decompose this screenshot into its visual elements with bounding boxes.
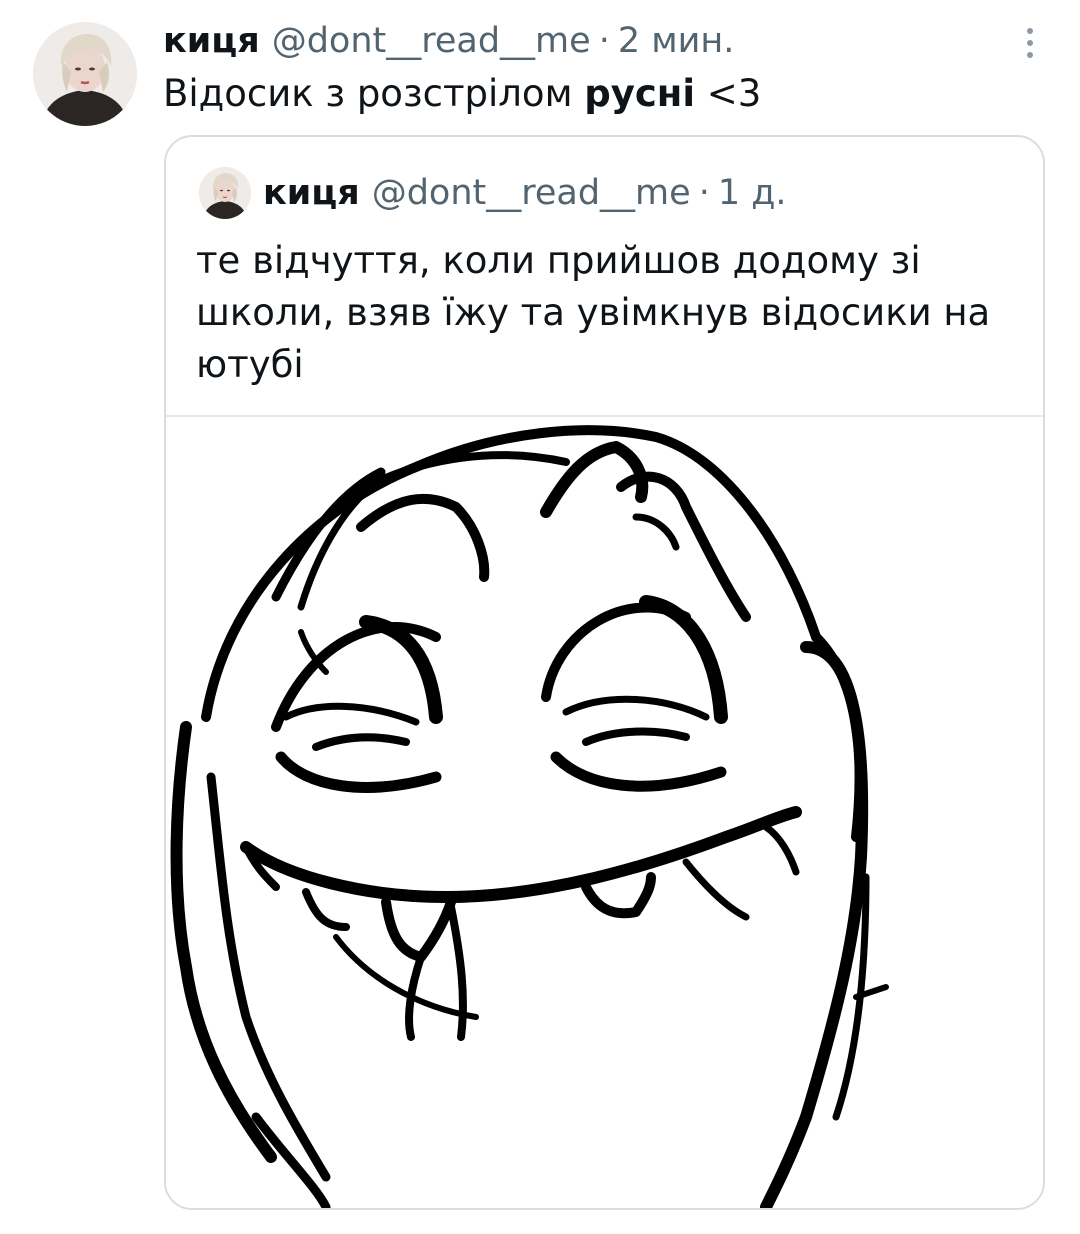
more-options-button[interactable]	[1010, 18, 1050, 68]
avatar-photo	[199, 167, 251, 219]
rage-comic-face-illustration	[170, 425, 889, 1208]
quote-author-avatar[interactable]	[199, 167, 251, 219]
quoted-tweet[interactable]: киця @dont__read__me · 1 д. те відчуття,…	[164, 135, 1045, 1210]
quote-timestamp[interactable]: 1 д.	[718, 171, 787, 215]
tweet-text-part: <3	[695, 72, 762, 115]
separator-dot: ·	[598, 21, 610, 61]
tweet-timestamp[interactable]: 2 мин.	[618, 19, 735, 63]
separator-dot: ·	[698, 173, 710, 213]
quote-author-handle[interactable]: @dont__read__me	[372, 171, 691, 215]
quote-media-image[interactable]	[166, 417, 1043, 1208]
avatar-photo	[33, 22, 137, 126]
quote-text: те відчуття, коли прийшов додому зі школ…	[196, 239, 991, 386]
quote-author-name[interactable]: киця	[263, 171, 360, 215]
more-vertical-icon	[1027, 28, 1033, 58]
tweet-text-bold: русні	[584, 72, 696, 115]
tweet-header: киця @dont__read__me · 2 мин.	[163, 19, 734, 63]
tweet-text: Відосик з розстрілом русні <3	[163, 70, 761, 118]
author-avatar[interactable]	[33, 22, 137, 126]
author-name[interactable]: киця	[163, 19, 260, 63]
author-handle[interactable]: @dont__read__me	[272, 19, 591, 63]
tweet-text-part: Відосик з розстрілом	[163, 72, 585, 115]
quote-header: киця @dont__read__me · 1 д.	[263, 171, 787, 215]
